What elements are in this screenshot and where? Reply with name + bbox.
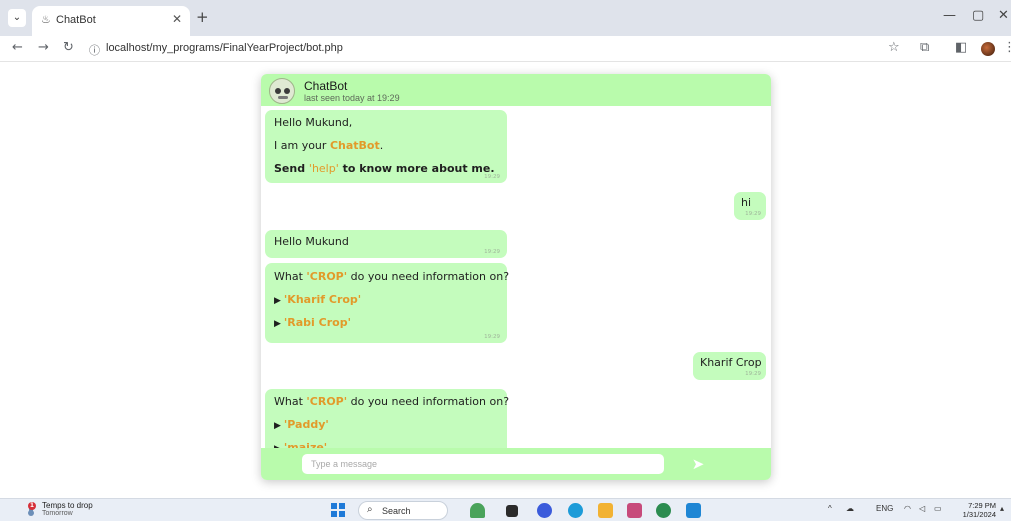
message-text: What 'CROP' do you need information on? bbox=[274, 270, 510, 283]
chat-window: ChatBot last seen today at 19:29 Hello M… bbox=[261, 74, 771, 480]
message-text: Hello Mukund bbox=[274, 235, 349, 248]
browser-toolbar: ← → ↻ ⓘ localhost/my_programs/FinalYearP… bbox=[0, 36, 1011, 62]
user-message: Kharif Crop 19:29 bbox=[693, 352, 766, 380]
reload-icon[interactable]: ↻ bbox=[63, 40, 74, 55]
taskbar-search[interactable]: ⌕ Search bbox=[358, 501, 448, 520]
volume-icon[interactable]: ◁ bbox=[919, 504, 925, 513]
message-input[interactable] bbox=[302, 454, 664, 474]
highlight-text: 'help' bbox=[308, 162, 339, 175]
crop-option[interactable]: ▶ 'Kharif Crop' bbox=[274, 293, 361, 306]
tab-close-icon[interactable]: ✕ bbox=[172, 12, 182, 26]
message-time: 19:29 bbox=[484, 334, 500, 340]
new-tab-icon[interactable]: + bbox=[196, 8, 209, 26]
extensions-icon[interactable]: ⧉ bbox=[920, 40, 929, 55]
language-indicator[interactable]: ENG bbox=[876, 504, 893, 513]
clock-time[interactable]: 7:29 PM bbox=[962, 501, 996, 510]
bot-message: What 'CROP' do you need information on? … bbox=[265, 263, 510, 343]
landscape-app-icon[interactable] bbox=[470, 503, 485, 518]
windows-start-icon[interactable] bbox=[331, 503, 345, 517]
maximize-icon[interactable]: ▢ bbox=[972, 8, 984, 23]
task-view-icon[interactable] bbox=[506, 505, 518, 517]
close-window-icon[interactable]: ✕ bbox=[998, 8, 1009, 23]
message-time: 19:29 bbox=[745, 371, 761, 377]
send-icon[interactable]: ➤ bbox=[689, 455, 707, 473]
bot-message: Hello Mukund, I am your ChatBot. Send 'h… bbox=[265, 110, 507, 183]
browser-tab[interactable]: ♨ ChatBot ✕ bbox=[32, 6, 190, 36]
minimize-icon[interactable]: — bbox=[943, 8, 956, 23]
message-text: hi bbox=[741, 196, 752, 209]
play-arrow-icon: ▶ bbox=[274, 319, 281, 329]
os-taskbar: 1 Temps to drop Tomorrow ⌕ Search ^ ☁ EN… bbox=[0, 498, 1011, 521]
chevron-up-icon[interactable]: ^ bbox=[828, 504, 832, 513]
bot-name: ChatBot bbox=[304, 79, 348, 93]
message-text: I am your ChatBot. bbox=[274, 139, 384, 152]
tab-search-icon[interactable]: ⌄ bbox=[8, 9, 26, 27]
battery-icon[interactable]: ▭ bbox=[934, 504, 942, 513]
file-explorer-icon[interactable] bbox=[598, 503, 613, 518]
message-time: 19:29 bbox=[484, 174, 500, 180]
store-icon[interactable] bbox=[627, 503, 642, 518]
weather-subtitle: Tomorrow bbox=[42, 510, 73, 517]
star-icon[interactable]: ☆ bbox=[888, 40, 900, 55]
favicon-icon: ♨ bbox=[41, 13, 51, 26]
message-time: 19:29 bbox=[484, 249, 500, 255]
bot-avatar-icon bbox=[269, 78, 295, 104]
user-message: hi 19:29 bbox=[734, 192, 766, 220]
browser-tab-strip: ⌄ ♨ ChatBot ✕ + — ▢ ✕ bbox=[0, 0, 1011, 36]
wifi-icon[interactable]: ◠ bbox=[904, 504, 911, 513]
more-icon[interactable]: ⋮ bbox=[1003, 40, 1011, 55]
message-text: Hello Mukund, bbox=[274, 116, 353, 129]
notification-bell-icon[interactable]: ▴ bbox=[1000, 504, 1004, 513]
message-input-bar: ➤ bbox=[261, 448, 771, 480]
play-arrow-icon: ▶ bbox=[274, 296, 281, 306]
edge-icon[interactable] bbox=[568, 503, 583, 518]
chrome-icon[interactable] bbox=[656, 503, 671, 518]
message-text: Send 'help' to know more about me. bbox=[274, 162, 495, 175]
forward-icon[interactable]: → bbox=[38, 40, 49, 55]
cloud-icon[interactable]: ☁ bbox=[846, 504, 854, 513]
search-icon: ⌕ bbox=[367, 504, 373, 515]
bot-message: Hello Mukund 19:29 bbox=[265, 230, 507, 258]
highlight-text: 'CROP' bbox=[306, 395, 348, 408]
clock-date[interactable]: 1/31/2024 bbox=[957, 510, 996, 519]
address-bar[interactable]: localhost/my_programs/FinalYearProject/b… bbox=[106, 42, 343, 54]
play-arrow-icon: ▶ bbox=[274, 421, 281, 431]
tab-title: ChatBot bbox=[56, 14, 96, 26]
chat-header: ChatBot last seen today at 19:29 bbox=[261, 74, 771, 106]
back-icon[interactable]: ← bbox=[12, 40, 23, 55]
crop-option[interactable]: ▶ 'Rabi Crop' bbox=[274, 316, 351, 329]
side-panel-icon[interactable]: ◧ bbox=[955, 40, 967, 55]
site-info-icon[interactable]: ⓘ bbox=[89, 42, 100, 58]
message-text: Kharif Crop bbox=[700, 356, 762, 369]
weather-badge: 1 bbox=[28, 502, 36, 510]
weather-title[interactable]: Temps to drop bbox=[42, 501, 93, 510]
message-text: What 'CROP' do you need information on? bbox=[274, 395, 510, 408]
highlight-text: 'CROP' bbox=[306, 270, 348, 283]
copilot-icon[interactable] bbox=[537, 503, 552, 518]
bot-last-seen: last seen today at 19:29 bbox=[304, 93, 400, 103]
message-time: 19:29 bbox=[745, 211, 761, 217]
vscode-icon[interactable] bbox=[686, 503, 701, 518]
highlight-text: ChatBot bbox=[329, 139, 380, 152]
profile-avatar-icon[interactable] bbox=[981, 42, 995, 56]
crop-option[interactable]: ▶ 'Paddy' bbox=[274, 418, 329, 431]
